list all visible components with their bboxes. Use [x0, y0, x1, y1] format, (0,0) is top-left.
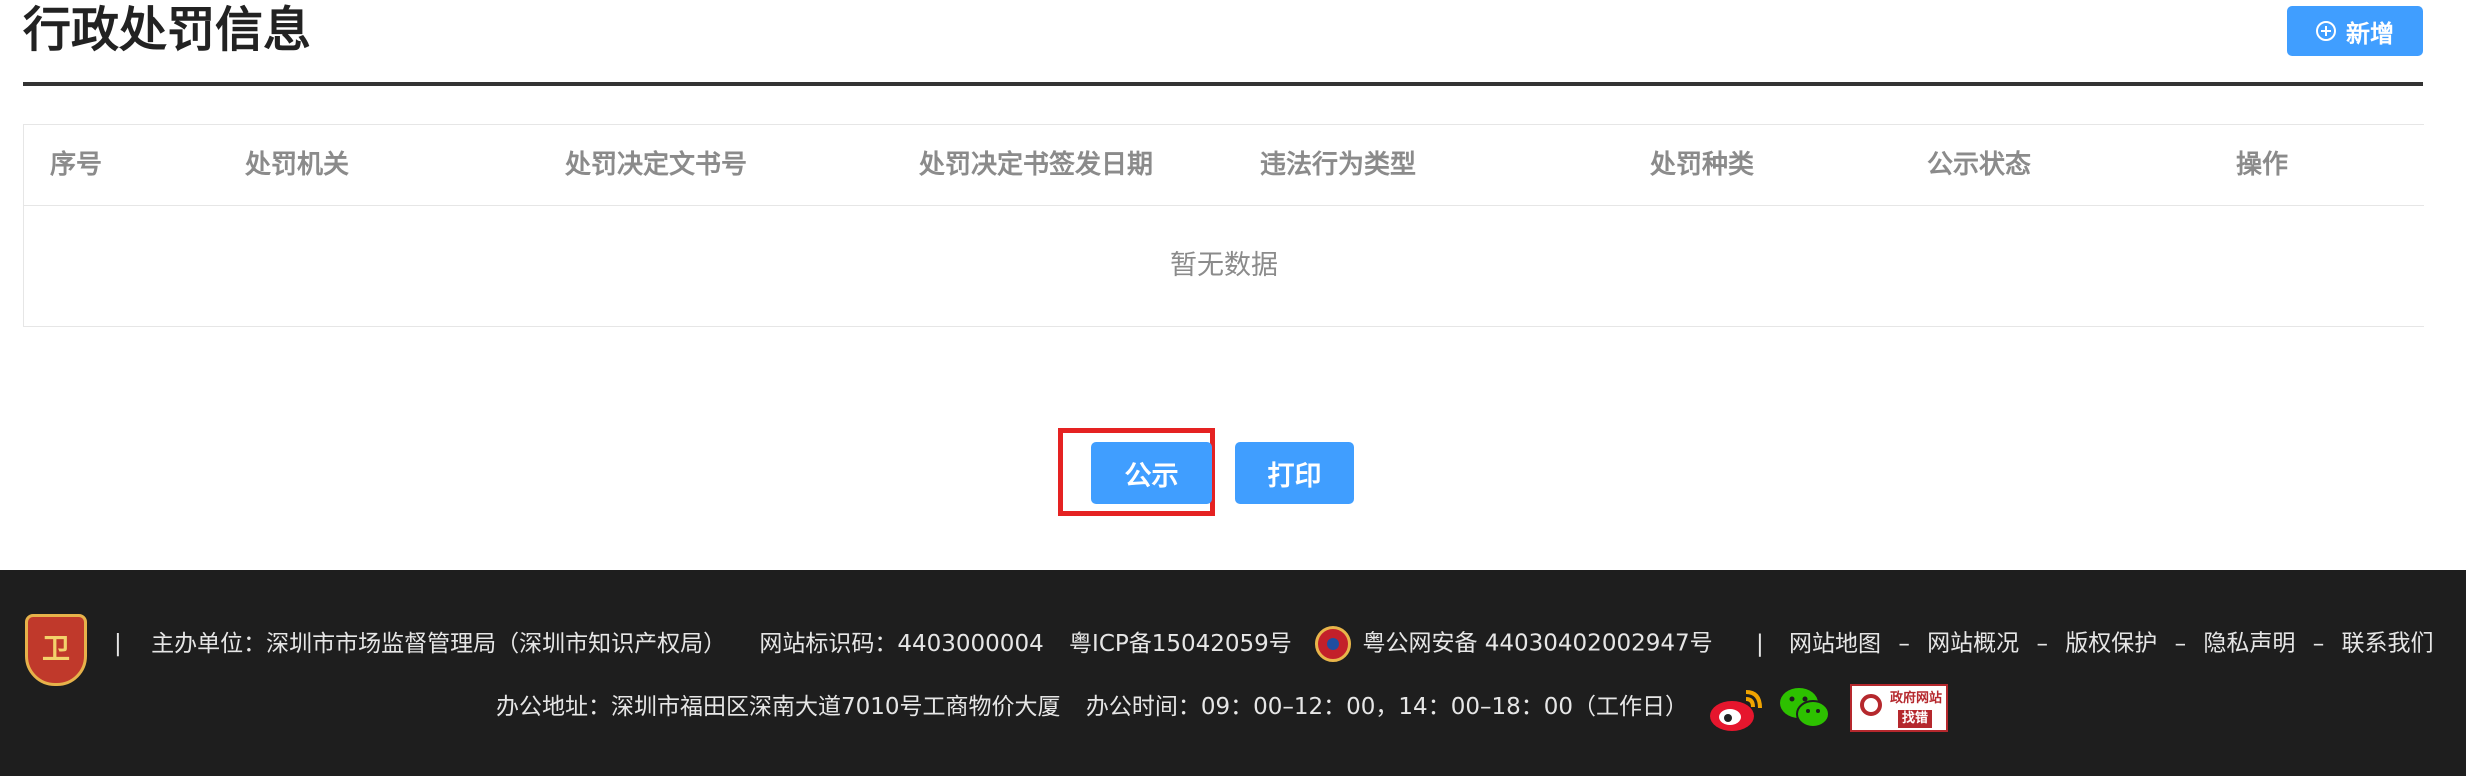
col-header-publish-status: 公示状态	[1927, 150, 2032, 180]
footer-row-1: | 主办单位：深圳市市场监督管理局（深圳市知识产权局） 网站标识码：440300…	[114, 626, 2434, 662]
penalty-table: 序号 处罚机关 处罚决定文书号 处罚决定书签发日期 违法行为类型 处罚种类 公示…	[23, 124, 2424, 327]
footer-link-sep: –	[1898, 630, 1910, 657]
footer-link-sitemap[interactable]: 网站地图	[1789, 631, 1881, 657]
col-header-violation-type: 违法行为类型	[1260, 150, 1417, 180]
col-header-authority: 处罚机关	[245, 150, 350, 180]
footer-link-sep: –	[2174, 630, 2187, 657]
footer-address: 办公地址：深圳市福田区深南大道7010号工商物价大厦	[496, 694, 1061, 720]
footer-site-code: 网站标识码：4403000004	[759, 630, 1044, 657]
col-header-issue-date: 处罚决定书签发日期	[919, 150, 1154, 180]
gov-badge-line1: 政府网站	[1890, 691, 1943, 706]
footer-icp[interactable]: 粤ICP备15042059号	[1069, 631, 1292, 657]
plus-circle-icon	[2316, 21, 2336, 41]
footer-link-copyright[interactable]: 版权保护	[2065, 631, 2157, 657]
footer-separator: |	[114, 630, 122, 657]
party-emblem-icon	[25, 614, 87, 686]
magnifier-icon	[1860, 694, 1882, 716]
col-header-index: 序号	[50, 150, 103, 180]
footer-link-sep: –	[2036, 630, 2048, 657]
gov-error-report-icon[interactable]: 政府网站 找错	[1850, 684, 1948, 732]
police-badge-icon	[1315, 626, 1352, 662]
col-header-document-number: 处罚决定文书号	[565, 150, 748, 180]
footer-link-overview[interactable]: 网站概况	[1927, 631, 2019, 657]
table-header-row: 序号 处罚机关 处罚决定文书号 处罚决定书签发日期 违法行为类型 处罚种类 公示…	[24, 125, 2424, 206]
footer-sponsor: 主办单位：深圳市市场监督管理局（深圳市知识产权局）	[151, 630, 727, 657]
footer-row-2: 办公地址：深圳市福田区深南大道7010号工商物价大厦 办公时间：09：00–12…	[496, 690, 1688, 724]
footer-hours: 办公时间：09：00–12：00，14：00–18：00（工作日）	[1085, 694, 1688, 720]
add-button-label: 新增	[2346, 19, 2394, 48]
page-title: 行政处罚信息	[23, 2, 312, 58]
wechat-icon[interactable]	[1778, 684, 1832, 732]
footer-police-record[interactable]: 粤公网安备 44030402002947号	[1362, 631, 1712, 657]
empty-state-text: 暂无数据	[1170, 250, 1278, 281]
footer-link-privacy[interactable]: 隐私声明	[2203, 631, 2295, 657]
footer-link-sep: –	[2312, 630, 2325, 657]
footer: | 主办单位：深圳市市场监督管理局（深圳市知识产权局） 网站标识码：440300…	[0, 570, 2466, 776]
col-header-penalty-type: 处罚种类	[1650, 150, 1755, 180]
footer-link-contact[interactable]: 联系我们	[2342, 631, 2434, 657]
add-button[interactable]: 新增	[2287, 6, 2423, 56]
publish-button[interactable]: 公示	[1091, 442, 1212, 504]
print-button[interactable]: 打印	[1235, 442, 1354, 504]
gov-badge-line2: 找错	[1898, 710, 1933, 728]
footer-separator-2: |	[1755, 630, 1764, 657]
col-header-operation: 操作	[2236, 150, 2289, 180]
section-header: 行政处罚信息 新增	[23, 0, 2423, 86]
weibo-icon[interactable]	[1708, 684, 1766, 734]
